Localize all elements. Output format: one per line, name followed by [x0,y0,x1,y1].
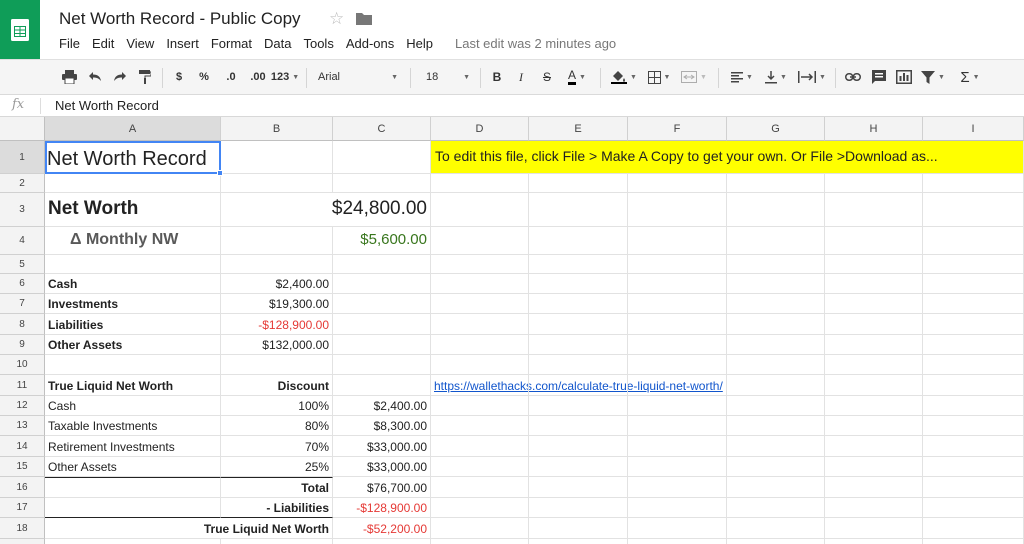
font-family-dropdown[interactable]: Arial ▼ [318,60,402,94]
menu-help[interactable]: Help [406,36,433,51]
bold-button[interactable]: B [489,60,505,94]
font-family-value: Arial [318,71,341,83]
chevron-down-icon: ▼ [292,73,300,81]
insert-chart-icon[interactable] [893,60,915,94]
redo-icon[interactable] [109,60,131,94]
fill-color-dropdown[interactable]: ▼ [609,60,639,94]
insert-comment-icon[interactable] [869,60,889,94]
font-size-value: 18 [426,71,439,83]
sum-icon: Σ [960,68,970,86]
fx-icon: fx [12,97,25,112]
more-formats-dropdown[interactable]: 123 ▼ [270,60,300,94]
chevron-down-icon: ▼ [663,73,671,81]
chevron-down-icon: ▼ [391,73,398,81]
print-icon[interactable] [58,60,80,94]
text-color-dropdown[interactable]: A ▼ [562,60,592,94]
sheets-logo-icon[interactable] [0,0,40,59]
merge-cells-dropdown[interactable]: ▼ [678,60,710,94]
decrease-decimals-button[interactable]: .0 [220,60,242,94]
fill-handle[interactable] [217,170,223,176]
document-title[interactable]: Net Worth Record - Public Copy [59,9,301,29]
insert-link-icon[interactable] [843,60,863,94]
undo-icon[interactable] [84,60,106,94]
menu-insert[interactable]: Insert [166,36,199,51]
functions-dropdown[interactable]: Σ ▼ [955,60,985,94]
menu-data[interactable]: Data [264,36,291,51]
chevron-down-icon: ▼ [630,73,637,81]
chevron-down-icon: ▼ [746,73,753,81]
menu-edit[interactable]: Edit [92,36,114,51]
chevron-down-icon: ▼ [579,73,586,81]
borders-dropdown[interactable]: ▼ [644,60,674,94]
increase-decimals-label: .00 [250,71,266,83]
chevron-down-icon: ▼ [780,73,787,81]
last-edit-status[interactable]: Last edit was 2 minutes ago [455,36,616,51]
toolbar: $ % .0 .00 123 ▼ Arial ▼ 18 ▼ B I S A ▼ ▼ … [0,59,1024,95]
grid-lines [220,173,1024,544]
menu-file[interactable]: File [59,36,80,51]
formula-bar: fx Net Worth Record [0,95,1024,117]
horizontal-align-dropdown[interactable]: ▼ [727,60,757,94]
currency-format-button[interactable]: $ [171,60,187,94]
folder-icon[interactable] [356,12,372,30]
menu-format[interactable]: Format [211,36,252,51]
chevron-down-icon: ▼ [700,73,707,81]
text-wrap-dropdown[interactable]: ▼ [795,60,829,94]
increase-decimals-button[interactable]: .00 [245,60,271,94]
chevron-down-icon: ▼ [463,73,470,81]
paint-format-icon[interactable] [134,60,156,94]
chevron-down-icon: ▼ [819,73,826,81]
menu-bar: File Edit View Insert Format Data Tools … [59,36,616,51]
star-icon[interactable]: ☆ [329,9,344,29]
font-size-dropdown[interactable]: 18 ▼ [426,60,474,94]
vertical-align-dropdown[interactable]: ▼ [761,60,791,94]
chevron-down-icon: ▼ [938,73,945,81]
chevron-down-icon: ▼ [972,73,980,81]
decrease-decimals-label: .0 [226,71,236,83]
strikethrough-button[interactable]: S [539,60,555,94]
menu-tools[interactable]: Tools [303,36,333,51]
formula-input[interactable]: Net Worth Record [55,98,159,113]
text-color-label: A [568,69,577,85]
spreadsheet-grid: A B C D E F G H I 1 2 3 4 5 6 7 8 9 10 1… [0,117,1024,544]
menu-view[interactable]: View [126,36,154,51]
italic-button[interactable]: I [513,60,529,94]
more-formats-label: 123 [270,71,290,83]
app-header: Net Worth Record - Public Copy ☆ File Ed… [0,0,1024,59]
menu-addons[interactable]: Add-ons [346,36,394,51]
percent-format-button[interactable]: % [196,60,212,94]
filter-dropdown[interactable]: ▼ [918,60,948,94]
